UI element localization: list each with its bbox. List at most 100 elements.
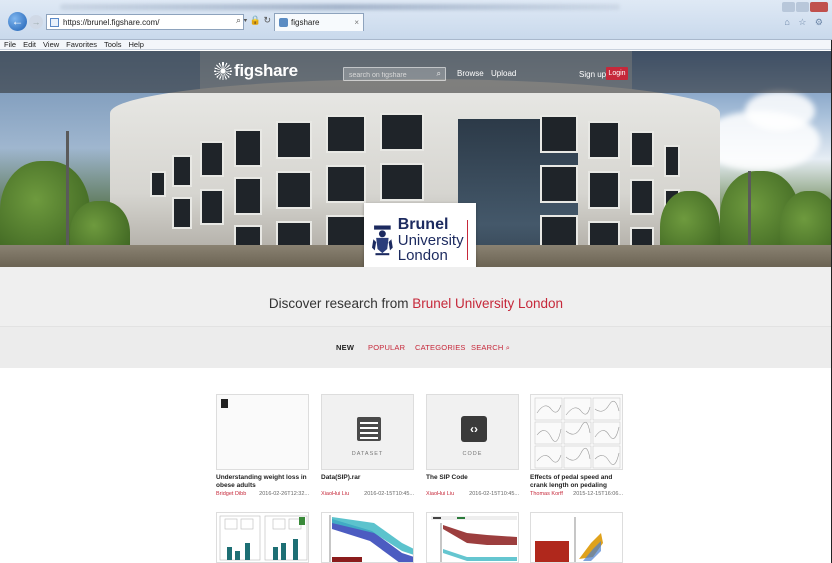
item-card-thumbnail[interactable] <box>216 512 309 563</box>
dataset-table-icon <box>357 417 381 441</box>
building-window <box>200 189 224 225</box>
address-bar[interactable]: https://brunel.figshare.com/ <box>46 14 244 30</box>
tab-new[interactable]: NEW <box>336 343 354 352</box>
search-icon[interactable]: ⌕ <box>437 69 441 79</box>
home-favorites-settings-icons[interactable]: ⌂ ☆ ⚙ <box>784 17 826 28</box>
timeseries-figure-image <box>431 516 517 562</box>
login-button[interactable]: Login <box>606 67 628 80</box>
item-card-thumbnail[interactable] <box>530 512 623 563</box>
item-card-thumbnail[interactable] <box>321 512 414 563</box>
menu-view[interactable]: View <box>43 40 59 49</box>
browser-chrome: ← → https://brunel.figshare.com/ ⌕ ▾ 🔒 ↻… <box>0 0 832 40</box>
menu-favorites[interactable]: Favorites <box>66 40 97 49</box>
item-author[interactable]: XiaoHui Liu <box>426 491 454 497</box>
building-window <box>630 179 654 215</box>
paper-thumbnail <box>216 394 309 470</box>
wordmark-accent-bar <box>466 220 468 260</box>
item-date: 2016-02-26T12:32... <box>259 491 309 497</box>
menu-tools[interactable]: Tools <box>104 40 122 49</box>
browser-tab[interactable]: figshare × <box>274 13 364 31</box>
building-window <box>380 163 424 201</box>
item-date: 2016-02-15T10:45... <box>469 491 519 497</box>
item-date: 2016-02-15T10:45... <box>364 491 414 497</box>
wordmark-line-1: Brunel <box>397 216 449 233</box>
building-window <box>630 131 654 167</box>
building-window <box>234 129 262 167</box>
forward-button[interactable]: → <box>29 15 43 29</box>
item-card[interactable]: DATASET Data(SIP).rar XiaoHui Liu 2016-0… <box>321 394 414 497</box>
page-icon <box>50 17 59 27</box>
item-title[interactable]: Understanding weight loss in obese adult… <box>216 474 309 490</box>
item-card[interactable]: Understanding weight loss in obese adult… <box>216 394 309 497</box>
building-window <box>172 155 192 187</box>
item-meta: Thomas Korff 2015-12-15T16:06... <box>530 491 623 497</box>
building-window <box>234 177 262 215</box>
item-title[interactable]: Data(SIP).rar <box>321 474 414 490</box>
item-author[interactable]: Thomas Korff <box>530 491 563 497</box>
discover-prefix: Discover research from <box>268 296 409 311</box>
menu-edit[interactable]: Edit <box>23 40 36 49</box>
code-label: CODE <box>462 451 483 457</box>
tab-categories[interactable]: CATEGORIES <box>415 343 466 352</box>
item-card-thumbnail[interactable] <box>426 512 519 563</box>
upload-link[interactable]: Upload <box>491 69 516 78</box>
building-window <box>200 141 224 177</box>
figure-grid-image <box>534 397 621 469</box>
menu-bar: File Edit View Favorites Tools Help <box>0 40 832 50</box>
dataset-label: DATASET <box>351 451 384 457</box>
building-window <box>326 115 366 153</box>
maximize-button[interactable] <box>796 2 809 12</box>
logo-text: figshare <box>234 61 298 80</box>
band-figure-image <box>329 515 413 562</box>
figshare-logo[interactable]: figshare <box>214 61 298 81</box>
dataset-thumbnail: DATASET <box>321 394 414 470</box>
building-window <box>326 165 366 203</box>
item-card[interactable]: ‹› CODE The SIP Code XiaoHui Liu 2016-02… <box>426 394 519 497</box>
building-window <box>276 171 312 209</box>
minimize-button[interactable] <box>782 2 795 12</box>
item-title[interactable]: Effects of pedal speed and crank length … <box>530 474 623 490</box>
back-arrow-icon: ← <box>11 14 24 28</box>
code-thumbnail: ‹› CODE <box>426 394 519 470</box>
tab-title: figshare <box>291 18 320 27</box>
stacked-figure-image <box>535 517 603 562</box>
content-tabs: NEW POPULAR CATEGORIES SEARCH ⌕ <box>0 326 832 368</box>
figure-thumbnail <box>530 394 623 470</box>
tab-search[interactable]: SEARCH ⌕ <box>471 343 510 353</box>
wordmark-line-2: University <box>397 232 464 249</box>
window-title-blur <box>60 4 620 10</box>
discover-institution-link[interactable]: Brunel University London <box>412 296 563 311</box>
close-window-button[interactable] <box>810 2 828 12</box>
cloud <box>745 91 815 131</box>
back-button[interactable]: ← <box>8 12 27 31</box>
item-meta: XiaoHui Liu 2016-02-15T10:45... <box>321 491 414 497</box>
brunel-crest-icon <box>372 225 393 256</box>
search-input[interactable] <box>344 69 445 82</box>
search-field[interactable]: ⌕ <box>343 67 446 82</box>
menu-help[interactable]: Help <box>129 40 144 49</box>
tab-search-label: SEARCH <box>471 343 504 352</box>
building-window <box>588 171 620 209</box>
search-icon: ⌕ <box>505 343 511 352</box>
item-author[interactable]: Bridget Dibb <box>216 491 246 497</box>
tab-close-icon[interactable]: × <box>354 18 359 27</box>
item-author[interactable]: XiaoHui Liu <box>321 491 349 497</box>
wordmark-line-3: London <box>397 247 448 264</box>
figshare-burst-icon <box>214 62 232 80</box>
building-window <box>540 165 578 203</box>
item-title[interactable]: The SIP Code <box>426 474 519 490</box>
item-card[interactable]: Effects of pedal speed and crank length … <box>530 394 623 497</box>
menu-file[interactable]: File <box>4 40 16 49</box>
forward-arrow-icon: → <box>31 17 41 27</box>
item-date: 2015-12-15T16:06... <box>573 491 623 497</box>
discover-band: Discover research from Brunel University… <box>0 267 832 326</box>
browse-link[interactable]: Browse <box>457 69 484 78</box>
figshare-favicon-icon <box>279 18 288 27</box>
building-window <box>588 121 620 159</box>
tab-popular[interactable]: POPULAR <box>368 343 405 352</box>
signup-link[interactable]: Sign up <box>579 70 606 79</box>
item-meta: XiaoHui Liu 2016-02-15T10:45... <box>426 491 519 497</box>
discover-heading: Discover research from Brunel University… <box>0 296 832 311</box>
building-window <box>380 113 424 151</box>
institution-wordmark: Brunel University London <box>397 216 464 264</box>
